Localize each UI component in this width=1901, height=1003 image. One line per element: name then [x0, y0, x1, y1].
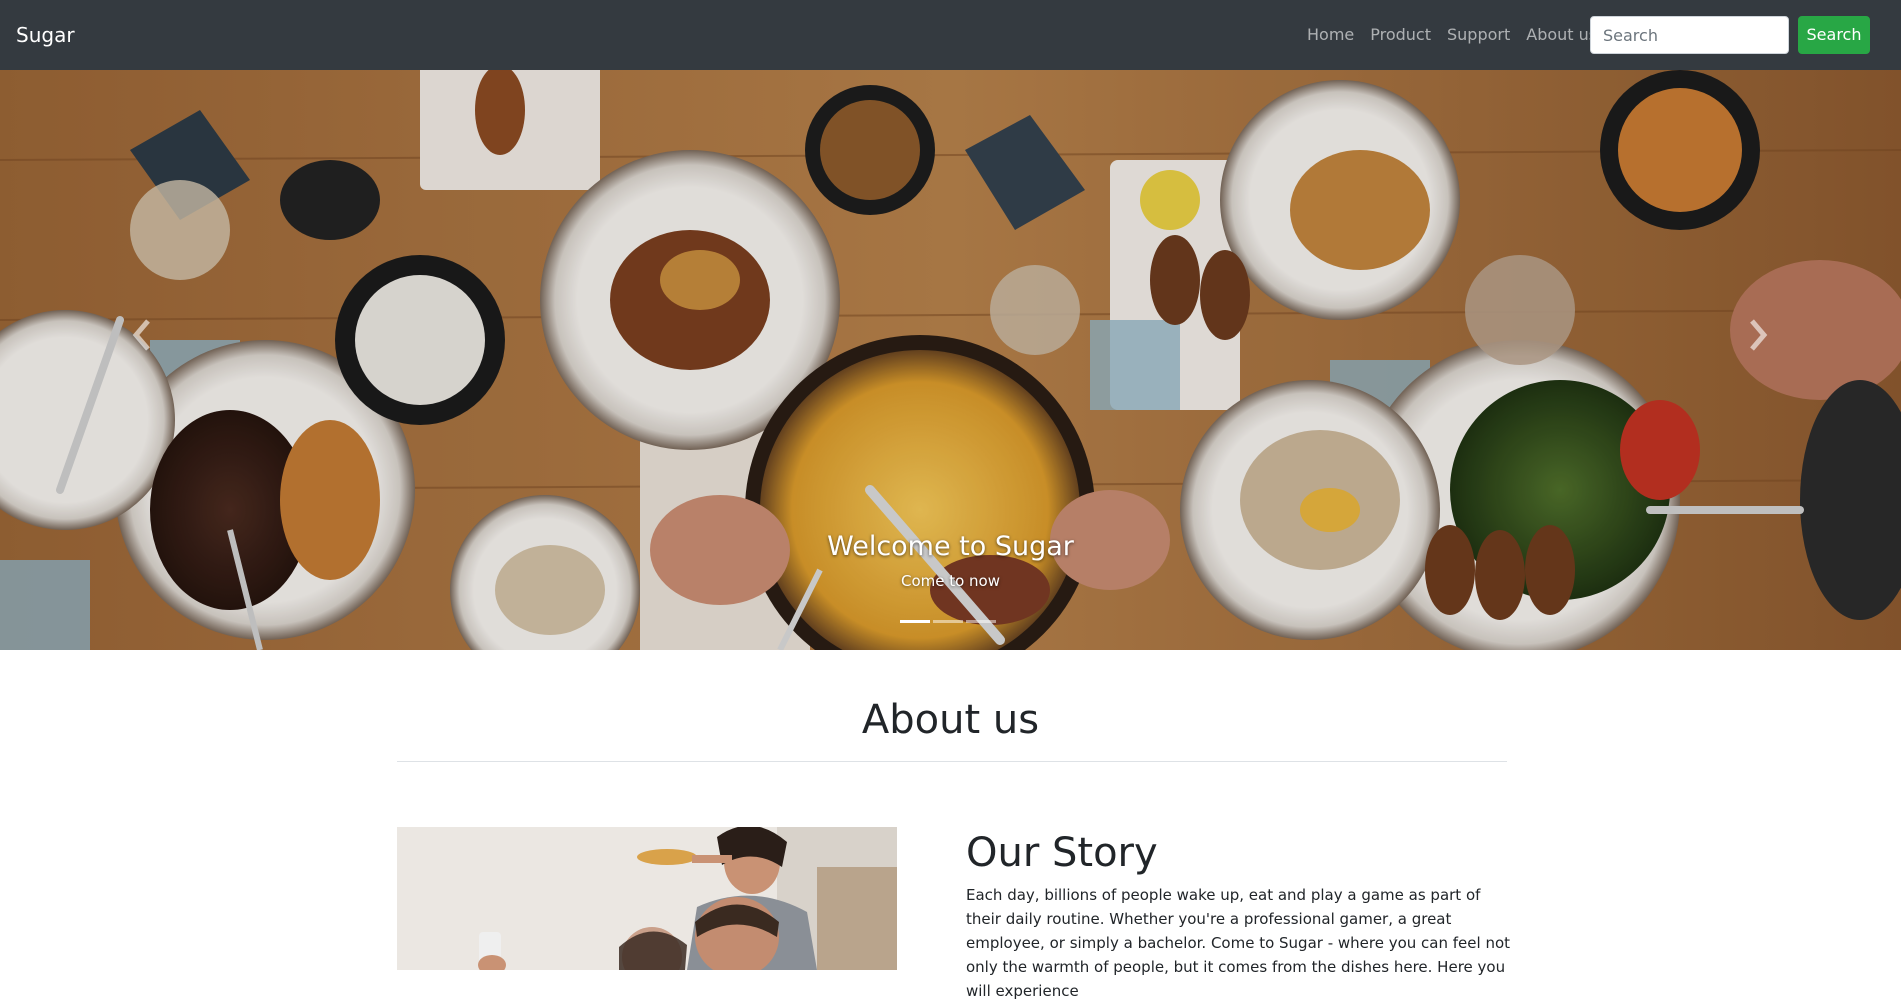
carousel-caption-title: Welcome to Sugar: [827, 531, 1074, 562]
search-input[interactable]: [1590, 16, 1789, 54]
search-button[interactable]: Search: [1798, 16, 1870, 54]
brand-logo[interactable]: Sugar: [16, 22, 75, 48]
chevron-left-icon: [132, 319, 150, 351]
carousel-indicator-1[interactable]: [900, 620, 930, 623]
carousel-prev-control[interactable]: [128, 315, 158, 355]
chevron-right-icon: [1750, 319, 1768, 351]
story-photo-graphic: [397, 827, 897, 970]
story-text: Each day, billions of people wake up, ea…: [966, 886, 1511, 1000]
nav-link-home[interactable]: Home: [1299, 24, 1362, 46]
nav-links: Home Product Support About us: [1299, 24, 1605, 46]
carousel-caption-subtitle: Come to now: [900, 572, 1001, 590]
carousel-indicator-3[interactable]: [966, 620, 996, 623]
carousel-caption: Welcome to Sugar Come to now: [0, 530, 1901, 592]
navbar: Sugar Home Product Support About us Sear…: [0, 0, 1901, 70]
about-divider: [397, 761, 1507, 762]
nav-link-product[interactable]: Product: [1362, 24, 1439, 46]
hero-carousel: Welcome to Sugar Come to now: [0, 70, 1901, 650]
carousel-next-control[interactable]: [1742, 315, 1772, 355]
about-heading: About us: [861, 697, 1040, 743]
carousel-indicator-2[interactable]: [933, 620, 963, 623]
nav-link-support[interactable]: Support: [1439, 24, 1518, 46]
friends-eating-pizza-photo: [397, 827, 897, 970]
story-title: Our Story: [966, 830, 1158, 876]
carousel-indicators: [900, 620, 996, 623]
